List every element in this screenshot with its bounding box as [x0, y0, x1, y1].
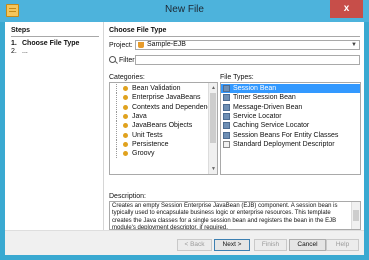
file-type-item[interactable]: Service Locator [221, 112, 360, 121]
steps-divider [11, 36, 99, 37]
category-label: Persistence [132, 140, 169, 148]
panel-title: Choose File Type [109, 27, 167, 34]
step-label: Choose File Type [22, 40, 80, 47]
file-type-item[interactable]: Message-Driven Bean [221, 103, 360, 112]
steps-panel: Steps 1. Choose File Type 2.... [5, 22, 104, 230]
file-type-item[interactable]: Caching Service Locator [221, 121, 360, 130]
step-number: 2. [11, 48, 17, 55]
category-item[interactable]: Java [110, 111, 208, 121]
category-item[interactable]: Persistence [110, 139, 208, 149]
category-label: Enterprise JavaBeans [132, 94, 201, 102]
category-item[interactable]: Enterprise JavaBeans [110, 93, 208, 103]
window-title: New File [165, 4, 204, 15]
project-label: Project: [109, 42, 133, 49]
file-type-label: Timer Session Bean [233, 94, 296, 102]
panel-divider [109, 36, 360, 37]
step-item: 1. Choose File Type [11, 40, 79, 47]
tree-line [116, 93, 117, 103]
filter-input[interactable] [135, 55, 360, 65]
cancel-button[interactable]: Cancel [289, 239, 326, 251]
description-label: Description: [109, 193, 146, 200]
step-item: 2.... [11, 48, 28, 55]
file-types-list[interactable]: Session Bean Timer Session Bean Message-Dr… [220, 82, 361, 175]
bean-icon [223, 103, 230, 111]
scrollbar-thumb[interactable] [353, 210, 359, 221]
steps-title: Steps [11, 27, 31, 34]
project-icon [138, 42, 144, 48]
description-scrollbar[interactable] [351, 202, 360, 229]
project-dropdown[interactable]: Sample-EJB ▼ [135, 40, 360, 50]
dialog-content: Steps 1. Choose File Type 2.... Choose Fi… [5, 22, 364, 255]
tree-line [116, 130, 117, 140]
tree-line [116, 111, 117, 121]
bean-icon [223, 112, 230, 120]
finish-button[interactable]: Finish [254, 239, 287, 251]
project-value: Sample-EJB [147, 41, 186, 48]
help-button[interactable]: Help [326, 239, 359, 251]
bean-icon [123, 113, 128, 119]
category-item[interactable]: Groovy [110, 149, 208, 159]
bean-icon [223, 122, 230, 130]
tree-line [116, 102, 117, 112]
main-panel: Choose File Type Project: Sample-EJB ▼ F… [105, 22, 364, 230]
next-button[interactable]: Next > [214, 239, 250, 251]
categories-scrollbar[interactable]: ▲ ▼ [208, 83, 217, 174]
file-type-label: Standard Deployment Descriptor [233, 140, 335, 148]
category-label: Groovy [132, 150, 155, 158]
tree-line [116, 139, 117, 149]
step-number: 1. [11, 40, 17, 47]
bean-icon [123, 95, 128, 101]
bean-icon [223, 94, 230, 102]
new-file-dialog: New File x Steps 1. Choose File Type 2...… [0, 0, 369, 260]
categories-label: Categories: [109, 74, 145, 81]
file-type-item[interactable]: Standard Deployment Descriptor [221, 140, 360, 149]
category-item[interactable]: JavaBeans Objects [110, 121, 208, 131]
file-type-item[interactable]: Session Bean [221, 84, 360, 93]
file-types-label: File Types: [220, 74, 254, 81]
file-type-label: Message-Driven Bean [233, 103, 303, 111]
bean-icon [123, 123, 128, 129]
close-button[interactable]: x [330, 0, 363, 18]
file-type-label: Caching Service Locator [233, 122, 310, 130]
category-item[interactable]: Unit Tests [110, 130, 208, 140]
chevron-down-icon: ▼ [351, 42, 357, 48]
tree-line [116, 121, 117, 131]
bean-icon [123, 141, 128, 147]
category-label: Bean Validation [132, 85, 181, 92]
scrollbar-thumb[interactable] [210, 93, 216, 143]
category-item[interactable]: Bean Validation [110, 84, 208, 93]
bean-icon [223, 85, 230, 92]
tree-line [116, 84, 117, 93]
bean-icon [223, 131, 230, 139]
category-item[interactable]: Contexts and Dependency [110, 102, 215, 112]
step-label: ... [22, 48, 28, 55]
categories-list[interactable]: Groovy Persistence Unit Tests JavaBeans Obj… [109, 82, 218, 175]
scroll-up-icon[interactable]: ▲ [211, 85, 216, 91]
back-button[interactable]: < Back [177, 239, 212, 251]
bean-icon [123, 151, 128, 157]
title-bar[interactable]: New File x [0, 0, 369, 22]
search-icon [109, 56, 116, 63]
file-type-label: Session Bean [233, 85, 277, 92]
document-icon [223, 140, 230, 148]
scroll-down-icon[interactable]: ▼ [211, 166, 216, 172]
description-box: Creates an empty Session Enterprise Java… [109, 201, 361, 230]
file-type-label: Service Locator [233, 112, 282, 120]
filter-label: Filter: [119, 57, 137, 64]
bean-icon [123, 86, 128, 91]
category-label: Unit Tests [132, 131, 163, 139]
category-label: JavaBeans Objects [132, 122, 193, 130]
file-type-item[interactable]: Timer Session Bean [221, 93, 360, 102]
category-label: Java [132, 112, 147, 120]
file-type-item[interactable]: Session Beans For Entity Classes [221, 131, 360, 140]
file-type-label: Session Beans For Entity Classes [233, 131, 339, 139]
bean-icon [123, 132, 128, 138]
description-text: Creates an empty Session Enterprise Java… [112, 203, 338, 230]
bean-icon [123, 104, 128, 110]
category-label: Contexts and Dependency [132, 103, 215, 111]
tree-line [116, 149, 117, 159]
button-bar: < Back Next > Finish Cancel Help [5, 230, 364, 255]
